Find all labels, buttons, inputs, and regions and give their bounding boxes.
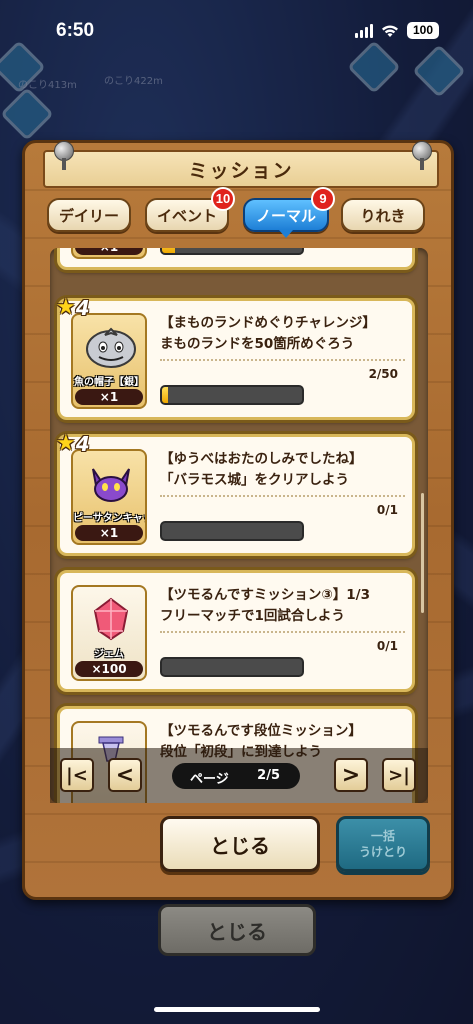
pushpin-icon	[51, 141, 77, 170]
progress-bar	[160, 521, 304, 541]
progress-fill	[162, 248, 175, 253]
tab-daily[interactable]: デイリー	[47, 198, 131, 232]
progress-bar	[160, 385, 304, 405]
reward-name: 魚の帽子【銀】	[74, 377, 144, 388]
reward-slot: ピーサタンキャップ ×1	[71, 449, 147, 545]
tab-label: ノーマル	[255, 206, 316, 225]
progress-bar	[160, 248, 304, 255]
mission-card: 魚の帽子【銀】 ×1 ★ 4 【まものランドめぐりチャレンジ】 まものランドを50…	[56, 295, 415, 420]
title-plate: ミッション	[43, 150, 439, 188]
progress-count: 0/1	[376, 639, 398, 653]
notification-badge: 9	[311, 187, 335, 211]
claim-all-button[interactable]: 一括 うけとり	[336, 816, 430, 872]
reward-quantity: ×1	[75, 248, 143, 255]
mission-description: フリーマッチで1回試合しよう	[160, 608, 345, 624]
battery-icon: 100	[407, 22, 439, 39]
mission-title: 【まものランドめぐりチャレンジ】	[160, 315, 376, 331]
cellular-signal-icon	[355, 23, 373, 38]
notification-badge: 10	[211, 187, 235, 211]
prev-page-button[interactable]: <	[108, 758, 142, 792]
tab-label: イベント	[156, 206, 217, 225]
tab-history[interactable]: りれき	[341, 198, 425, 232]
mission-description: まものランドを50箇所めぐろう	[160, 336, 355, 352]
pagination: |< < ページ 2/5 > >|	[50, 748, 428, 803]
progress-count: 2/50	[368, 367, 398, 381]
reward-quantity: ×1	[75, 525, 143, 541]
reward-slot: ×1	[71, 248, 147, 259]
reward-slot: ジェム ×100	[71, 585, 147, 681]
pushpin-icon	[409, 141, 435, 170]
last-page-icon: >|	[388, 764, 410, 786]
scrollbar[interactable]	[421, 493, 424, 613]
progress-fill	[162, 387, 168, 403]
reward-name: ピーサタンキャップ	[73, 513, 145, 524]
gem-icon	[93, 597, 129, 641]
divider	[160, 359, 405, 361]
mission-description: 「バラモス城」をクリアしよう	[160, 472, 349, 488]
mission-card: ジェム ×100 【ツモるんですミッション③】1/3 フリーマッチで1回試合しよ…	[57, 570, 415, 692]
wifi-icon	[382, 25, 398, 37]
dialog-title: ミッション	[188, 159, 294, 182]
claim-label-bottom: うけとり	[358, 845, 407, 859]
reward-name: ジェム	[94, 649, 124, 660]
rarity-star-icon: ★ 4	[56, 431, 90, 456]
tab-label: りれき	[360, 206, 406, 225]
reward-slot: 魚の帽子【銀】 ×1	[71, 313, 147, 409]
next-page-button[interactable]: >	[334, 758, 368, 792]
first-page-icon: |<	[66, 764, 88, 786]
mission-dialog: ミッション デイリー イベント 10 ノーマル 9 りれき ×1	[22, 140, 454, 900]
mission-title: 【ツモるんです段位ミッション】	[160, 723, 362, 739]
last-page-button[interactable]: >|	[382, 758, 416, 792]
claim-label-top: 一括	[370, 829, 395, 843]
mission-list[interactable]: ×1 魚の帽子【銀】	[50, 248, 428, 803]
status-bar: 6:50 100	[0, 0, 473, 60]
page-indicator: ページ 2/5	[172, 763, 300, 789]
piesatan-cap-icon	[92, 468, 130, 502]
mission-title: 【ゆうべはおたのしみでしたね】	[160, 451, 363, 467]
progress-count: 0/1	[376, 503, 398, 517]
tab-normal[interactable]: ノーマル 9	[243, 187, 335, 238]
status-time: 6:50	[56, 20, 95, 41]
background-close-button[interactable]: とじる	[158, 904, 316, 956]
first-page-button[interactable]: |<	[60, 758, 94, 792]
divider	[160, 631, 405, 633]
tab-label: デイリー	[58, 206, 119, 225]
reward-quantity: ×1	[75, 389, 143, 405]
mission-title: 【ツモるんですミッション③】1/3	[160, 587, 370, 603]
rarity-value: 4	[75, 295, 90, 320]
chevron-right-icon: >	[341, 762, 361, 788]
fish-hat-silver-icon	[86, 327, 136, 368]
reward-quantity: ×100	[75, 661, 143, 677]
page-label: ページ	[190, 772, 229, 787]
mission-card: ピーサタンキャップ ×1 ★4 【ゆうべはおたのしみでしたね】 「バラモス城」を…	[56, 431, 415, 556]
rarity-star-icon: ★ 4	[56, 295, 90, 320]
close-button[interactable]: とじる	[160, 816, 320, 872]
tab-event[interactable]: イベント 10	[145, 187, 235, 232]
chevron-left-icon: <	[115, 762, 135, 788]
home-indicator[interactable]	[154, 1007, 320, 1012]
progress-bar	[160, 657, 304, 677]
mission-tabs: デイリー イベント 10 ノーマル 9 りれき	[47, 187, 427, 238]
page-number: 2/5	[257, 768, 280, 783]
mission-card: ×1	[57, 248, 415, 270]
rarity-value: 4	[75, 431, 90, 456]
divider	[160, 495, 405, 497]
